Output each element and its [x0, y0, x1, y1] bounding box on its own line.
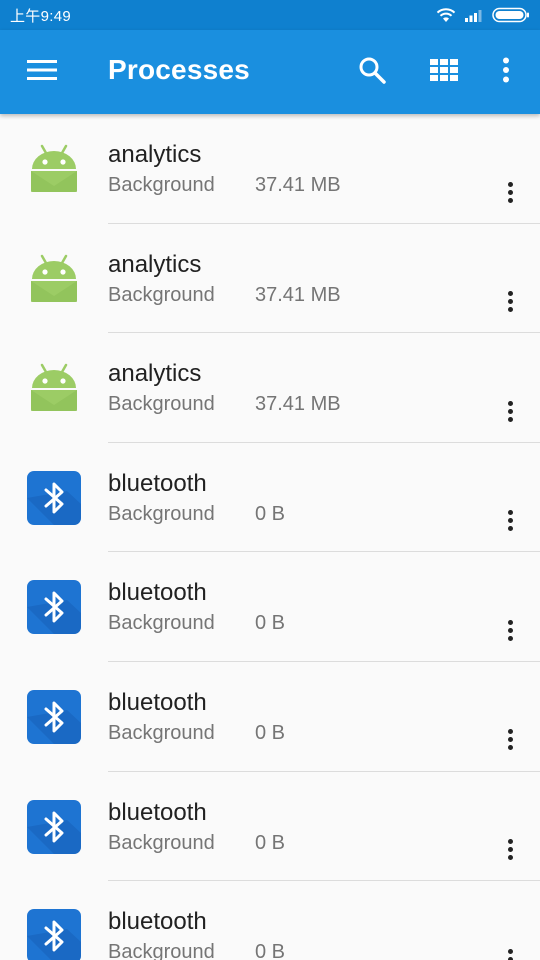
process-state: Background — [108, 174, 215, 196]
page-title: Processes — [108, 54, 250, 85]
process-state: Background — [108, 941, 215, 960]
process-state: Background — [108, 831, 215, 854]
process-memory: 0 B — [255, 721, 286, 744]
process-name: analytics — [108, 141, 202, 168]
bluetooth-icon — [27, 689, 81, 744]
process-name: bluetooth — [108, 469, 207, 497]
android-icon — [27, 142, 81, 196]
row-overflow-button[interactable] — [494, 282, 526, 322]
process-state: Background — [108, 721, 215, 744]
process-list: analytics Background 37.41 MB analytics … — [0, 114, 540, 960]
status-bar: 上午9:49 — [0, 0, 540, 30]
more-vert-icon — [507, 510, 513, 532]
status-icons — [436, 7, 530, 23]
list-item[interactable]: bluetooth Background 0 B — [0, 772, 540, 882]
process-name: analytics — [108, 250, 202, 278]
more-vert-icon — [507, 839, 513, 861]
android-icon — [27, 252, 81, 306]
process-name: bluetooth — [108, 908, 207, 936]
row-overflow-button[interactable] — [494, 391, 526, 431]
process-state: Background — [108, 283, 215, 306]
list-item[interactable]: bluetooth Background 0 B — [0, 881, 540, 960]
bluetooth-icon — [27, 470, 81, 525]
wifi-icon — [436, 7, 456, 23]
bluetooth-icon — [27, 909, 81, 960]
screen: 上午9:49 Processes analytics Background 37… — [0, 0, 540, 960]
row-overflow-button[interactable] — [494, 939, 526, 960]
process-state: Background — [108, 612, 215, 635]
process-memory: 0 B — [255, 941, 286, 960]
menu-icon — [27, 59, 57, 86]
overflow-menu-button[interactable] — [484, 50, 528, 94]
process-memory: 37.41 MB — [255, 174, 341, 196]
bluetooth-icon — [27, 799, 81, 854]
process-memory: 0 B — [255, 502, 286, 525]
row-overflow-button[interactable] — [494, 172, 526, 212]
grid-view-button[interactable] — [420, 50, 468, 94]
row-overflow-button[interactable] — [494, 501, 526, 541]
process-name: bluetooth — [108, 579, 207, 607]
more-vert-icon — [507, 400, 513, 422]
process-name: bluetooth — [108, 798, 207, 826]
list-item[interactable]: bluetooth Background 0 B — [0, 552, 540, 662]
more-vert-icon — [502, 57, 510, 88]
more-vert-icon — [507, 291, 513, 313]
more-vert-icon — [507, 181, 513, 203]
process-state: Background — [108, 393, 215, 416]
process-state: Background — [108, 502, 215, 525]
process-name: analytics — [108, 360, 202, 388]
android-icon — [27, 361, 81, 415]
process-memory: 37.41 MB — [255, 283, 341, 306]
list-item[interactable]: bluetooth Background 0 B — [0, 662, 540, 772]
app-bar: Processes — [0, 30, 540, 114]
process-memory: 0 B — [255, 612, 286, 635]
menu-button[interactable] — [14, 50, 70, 94]
row-overflow-button[interactable] — [494, 830, 526, 870]
more-vert-icon — [507, 729, 513, 751]
signal-icon — [464, 8, 484, 22]
list-item[interactable]: analytics Background 37.41 MB — [0, 224, 540, 334]
row-overflow-button[interactable] — [494, 720, 526, 760]
process-memory: 0 B — [255, 831, 286, 854]
grid-view-icon — [430, 58, 458, 86]
more-vert-icon — [507, 948, 513, 960]
row-overflow-button[interactable] — [494, 610, 526, 650]
process-name: bluetooth — [108, 688, 207, 716]
status-time: 上午9:49 — [10, 7, 71, 25]
battery-icon — [492, 7, 530, 23]
search-button[interactable] — [348, 50, 396, 94]
more-vert-icon — [507, 619, 513, 641]
process-memory: 37.41 MB — [255, 393, 341, 416]
bluetooth-icon — [27, 580, 81, 635]
list-item[interactable]: analytics Background 37.41 MB — [0, 114, 540, 224]
list-item[interactable]: analytics Background 37.41 MB — [0, 333, 540, 443]
list-item[interactable]: bluetooth Background 0 B — [0, 443, 540, 553]
search-icon — [358, 56, 386, 89]
